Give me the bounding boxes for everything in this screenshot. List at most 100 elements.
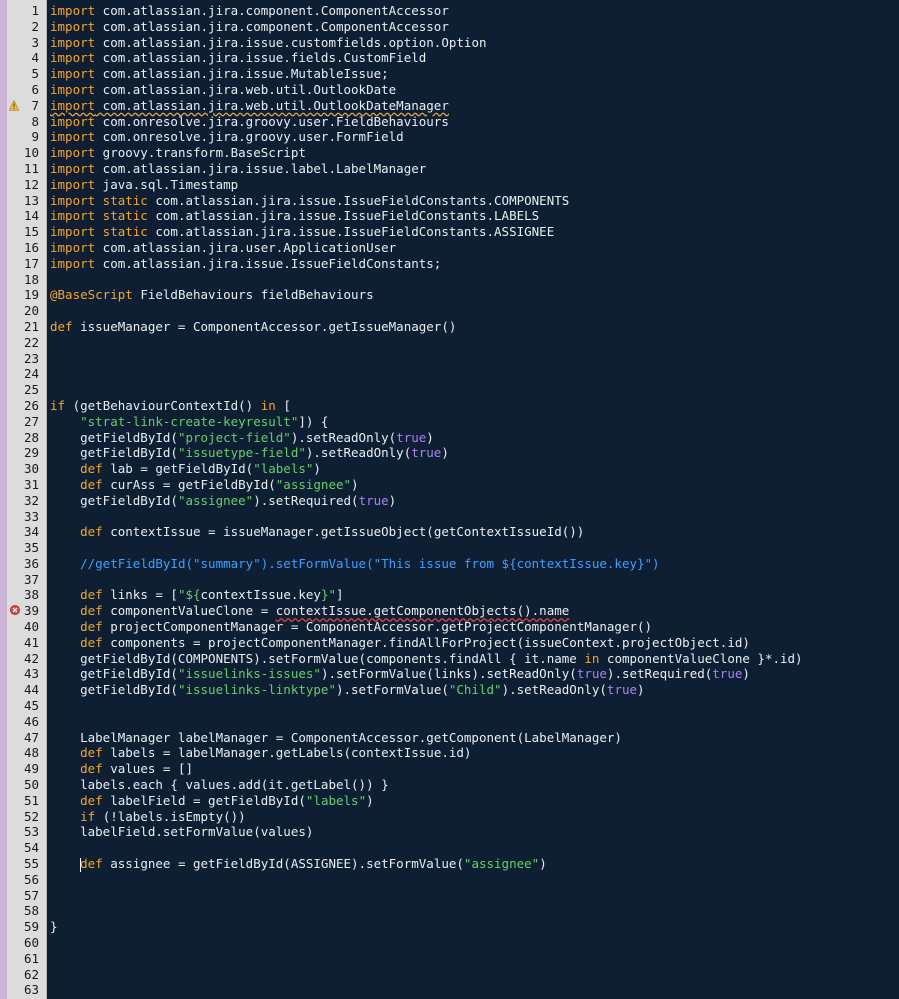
line-number: 56 bbox=[23, 871, 39, 887]
code-line[interactable]: 63 bbox=[0, 982, 899, 998]
code-line[interactable]: 4 import com.atlassian.jira.issue.fields.… bbox=[0, 50, 899, 66]
code-line[interactable]: 16 import com.atlassian.jira.user.Applica… bbox=[0, 240, 899, 256]
code-line[interactable]: 60 bbox=[0, 935, 899, 951]
line-number: 54 bbox=[23, 840, 39, 856]
code-line[interactable]: 59} bbox=[0, 919, 899, 935]
code-line[interactable]: 35 bbox=[0, 540, 899, 556]
code-line[interactable]: 28 getFieldById("project-field").setRead… bbox=[0, 430, 899, 446]
code-line[interactable]: 27 "strat-link-create-keyresult"]) { bbox=[0, 414, 899, 430]
code-line[interactable]: 34 def contextIssue = issueManager.getIs… bbox=[0, 524, 899, 540]
code-token: ).setReadOnly( bbox=[290, 429, 397, 445]
code-token: com.atlassian.jira.issue.IssueFieldConst… bbox=[147, 224, 555, 240]
code-line[interactable]: 39 def componentValueClone = contextIssu… bbox=[0, 603, 899, 619]
code-line[interactable]: 37 bbox=[0, 572, 899, 588]
code-line[interactable]: 17 import com.atlassian.jira.issue.IssueF… bbox=[0, 256, 899, 272]
code-line[interactable]: 42 getFieldById(COMPONENTS).setFormValue… bbox=[0, 651, 899, 667]
code-line[interactable]: 43 getFieldById("issuelinks-issues").set… bbox=[0, 666, 899, 682]
code-token: def bbox=[80, 761, 103, 777]
code-text: labelField.setFormValue(values) bbox=[50, 824, 313, 840]
code-line[interactable]: 44 getFieldById("issuelinks-linktype").s… bbox=[0, 682, 899, 698]
code-line[interactable]: 14 import static com.atlassian.jira.issue… bbox=[0, 208, 899, 224]
code-token: import bbox=[50, 160, 96, 176]
code-line[interactable]: 24 bbox=[0, 366, 899, 382]
code-token: getFieldById(COMPONENTS).setFormValue(co… bbox=[50, 650, 585, 666]
code-line[interactable]: 57 bbox=[0, 888, 899, 904]
code-text: def values = [] bbox=[50, 761, 193, 777]
code-line[interactable]: 29 getFieldById("issuetype-field").setRe… bbox=[0, 445, 899, 461]
line-number: 16 bbox=[23, 239, 39, 255]
code-line[interactable]: 40 def projectComponentManager = Compone… bbox=[0, 619, 899, 635]
code-text: //getFieldById("summary").setFormValue("… bbox=[50, 556, 659, 572]
code-line[interactable]: 20 bbox=[0, 303, 899, 319]
code-line[interactable]: 12 import java.sql.Timestamp bbox=[0, 177, 899, 193]
code-area[interactable]: 1 import com.atlassian.jira.component.Com… bbox=[0, 3, 899, 998]
code-line[interactable]: 53 labelField.setFormValue(values) bbox=[0, 824, 899, 840]
code-line[interactable]: 55 def assignee = getFieldById(ASSIGNEE)… bbox=[0, 856, 899, 872]
code-line[interactable]: 6 import com.atlassian.jira.web.util.Outl… bbox=[0, 82, 899, 98]
code-line[interactable]: 22 bbox=[0, 335, 899, 351]
code-editor[interactable]: 1 import com.atlassian.jira.component.Com… bbox=[0, 0, 899, 999]
line-number: 41 bbox=[23, 634, 39, 650]
line-number: 21 bbox=[23, 318, 39, 334]
code-line[interactable]: 7 import com.atlassian.jira.web.util.Outl… bbox=[0, 98, 899, 114]
code-line[interactable]: 18 bbox=[0, 272, 899, 288]
code-line[interactable]: 13 import static com.atlassian.jira.issue… bbox=[0, 193, 899, 209]
code-line[interactable]: 38 def links = ["${contextIssue.key}"] bbox=[0, 587, 899, 603]
code-line[interactable]: 54 bbox=[0, 840, 899, 856]
code-line[interactable]: 11 import com.atlassian.jira.issue.label.… bbox=[0, 161, 899, 177]
code-text: def issueManager = ComponentAccessor.get… bbox=[50, 319, 456, 335]
code-token: getFieldById( bbox=[50, 492, 178, 508]
code-token: if bbox=[50, 397, 66, 413]
code-token: labelField = getFieldById( bbox=[102, 792, 306, 808]
code-line[interactable]: 58 bbox=[0, 903, 899, 919]
code-line[interactable]: 2 import com.atlassian.jira.component.Com… bbox=[0, 19, 899, 35]
line-number: 45 bbox=[23, 698, 39, 714]
code-line[interactable]: 1 import com.atlassian.jira.component.Com… bbox=[0, 3, 899, 19]
code-line[interactable]: 47 LabelManager labelManager = Component… bbox=[0, 730, 899, 746]
code-token: true bbox=[606, 682, 638, 698]
code-line[interactable]: 41 def components = projectComponentMana… bbox=[0, 635, 899, 651]
code-token: getFieldById( bbox=[50, 666, 178, 682]
code-token: "assignee" bbox=[463, 856, 540, 872]
code-token: "issuelinks-issues" bbox=[177, 666, 321, 682]
code-line[interactable]: 51 def labelField = getFieldById("labels… bbox=[0, 793, 899, 809]
code-token: ) bbox=[539, 856, 547, 872]
code-text: def componentValueClone = contextIssue.g… bbox=[50, 603, 569, 619]
code-text: if (!labels.isEmpty()) bbox=[50, 809, 246, 825]
code-text: def curAss = getFieldById("assignee") bbox=[50, 477, 358, 493]
line-number: 5 bbox=[31, 66, 39, 82]
code-line[interactable]: 19 @BaseScript FieldBehaviours fieldBehav… bbox=[0, 287, 899, 303]
code-text: import com.atlassian.jira.component.Comp… bbox=[50, 19, 449, 35]
code-line[interactable]: 36 //getFieldById("summary").setFormValu… bbox=[0, 556, 899, 572]
code-line[interactable]: 23 bbox=[0, 351, 899, 367]
code-token: import static bbox=[50, 192, 148, 208]
code-line[interactable]: 46 bbox=[0, 714, 899, 730]
code-line[interactable]: 45 bbox=[0, 698, 899, 714]
code-token: com.atlassian.jira.issue.IssueFieldConst… bbox=[147, 192, 570, 208]
code-line[interactable]: 33 bbox=[0, 509, 899, 525]
code-line[interactable]: 32 getFieldById("assignee").setRequired(… bbox=[0, 493, 899, 509]
code-line[interactable]: 56 bbox=[0, 872, 899, 888]
code-line[interactable]: 3 import com.atlassian.jira.issue.customf… bbox=[0, 35, 899, 51]
code-line[interactable]: 30 def lab = getFieldById("labels") bbox=[0, 461, 899, 477]
code-line[interactable]: 15 import static com.atlassian.jira.issue… bbox=[0, 224, 899, 240]
code-line[interactable]: 21 def issueManager = ComponentAccessor.g… bbox=[0, 319, 899, 335]
code-line[interactable]: 52 if (!labels.isEmpty()) bbox=[0, 809, 899, 825]
code-line[interactable]: 8 import com.onresolve.jira.groovy.user.F… bbox=[0, 114, 899, 130]
warning-icon[interactable] bbox=[9, 99, 19, 111]
error-icon[interactable] bbox=[10, 605, 20, 616]
code-line[interactable]: 9 import com.onresolve.jira.groovy.user.F… bbox=[0, 129, 899, 145]
code-line[interactable]: 25 bbox=[0, 382, 899, 398]
code-line[interactable]: 61 bbox=[0, 951, 899, 967]
code-line[interactable]: 31 def curAss = getFieldById("assignee") bbox=[0, 477, 899, 493]
code-line[interactable]: 26 if (getBehaviourContextId() in [ bbox=[0, 398, 899, 414]
code-token: "assignee" bbox=[177, 492, 254, 508]
code-line[interactable]: 10 import groovy.transform.BaseScript bbox=[0, 145, 899, 161]
line-number: 62 bbox=[23, 966, 39, 982]
code-line[interactable]: 48 def labels = labelManager.getLabels(c… bbox=[0, 745, 899, 761]
code-line[interactable]: 62 bbox=[0, 967, 899, 983]
code-line[interactable]: 49 def values = [] bbox=[0, 761, 899, 777]
code-line[interactable]: 5 import com.atlassian.jira.issue.Mutable… bbox=[0, 66, 899, 82]
code-line[interactable]: 50 labels.each { values.add(it.getLabel(… bbox=[0, 777, 899, 793]
